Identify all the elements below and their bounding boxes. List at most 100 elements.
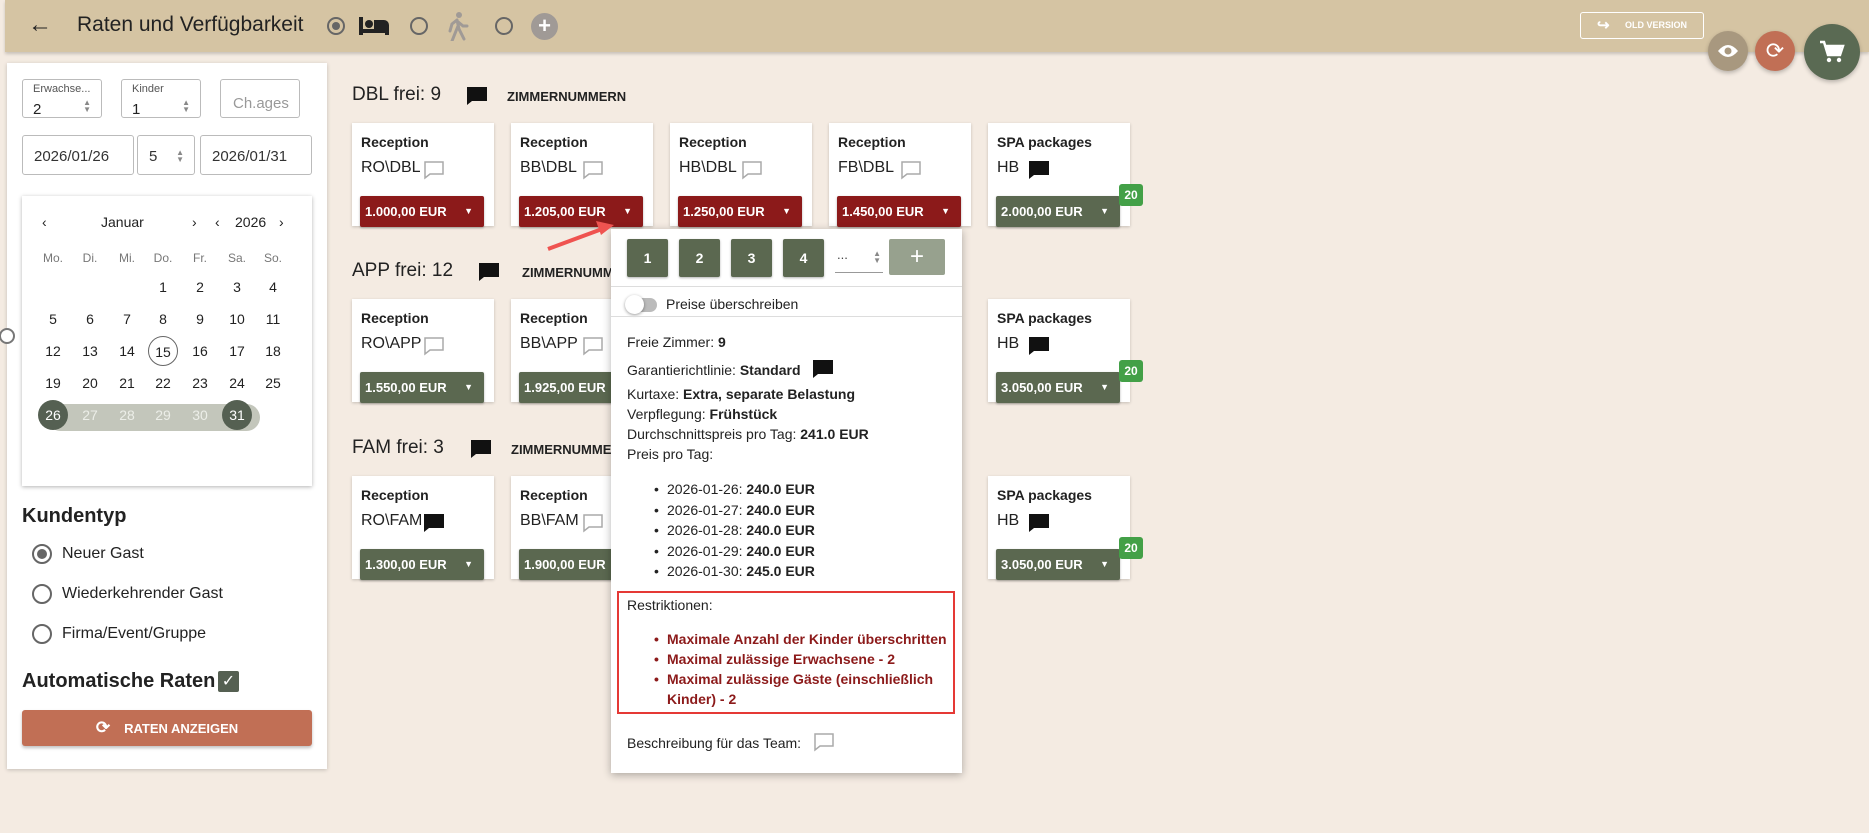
price-button[interactable]: 2.000,00 EUR ▼ xyxy=(996,196,1120,227)
calendar-day[interactable]: 11 xyxy=(258,304,288,334)
prev-year-icon[interactable]: ‹ xyxy=(215,214,220,230)
kurtaxe-line: Kurtaxe: Extra, separate Belastung xyxy=(627,386,855,402)
back-arrow-icon[interactable]: ← xyxy=(27,13,53,39)
show-rates-button[interactable]: ⟳ RATEN ANZEIGEN xyxy=(22,710,312,746)
calendar-day[interactable]: 29 xyxy=(148,400,178,430)
panel-handle[interactable] xyxy=(0,328,15,344)
calendar-day[interactable]: 5 xyxy=(38,304,68,334)
calendar-day[interactable]: 1 xyxy=(148,272,178,302)
calendar-day[interactable]: 16 xyxy=(185,336,215,366)
adults-field[interactable]: Erwachse... 2 ▲ ▼ xyxy=(22,79,102,118)
adults-stepper-icon[interactable]: ▲ ▼ xyxy=(83,99,91,114)
room-count-button-1[interactable]: 1 xyxy=(627,239,668,277)
children-value[interactable]: 1 xyxy=(132,101,140,118)
children-field[interactable]: Kinder 1 ▲ ▼ xyxy=(121,79,201,118)
calendar-day[interactable]: 15 xyxy=(148,336,178,366)
room-count-button-4[interactable]: 4 xyxy=(783,239,824,277)
calendar-month[interactable]: Januar xyxy=(101,214,144,230)
chat-icon[interactable] xyxy=(812,359,834,379)
price-button[interactable]: 3.050,00 EUR ▼ xyxy=(996,549,1120,580)
calendar-day[interactable]: 18 xyxy=(258,336,288,366)
price-button[interactable]: 1.000,00 EUR ▼ xyxy=(360,196,484,227)
calendar-day[interactable]: 23 xyxy=(185,368,215,398)
room-count-input[interactable]: ... ▲ ▼ xyxy=(835,241,883,273)
chat-icon[interactable] xyxy=(423,513,445,538)
calendar-day[interactable]: 6 xyxy=(75,304,105,334)
calendar-day[interactable]: 27 xyxy=(75,400,105,430)
room-numbers-link[interactable]: ZIMMERNUMMERN xyxy=(507,89,626,104)
calendar-day[interactable]: 8 xyxy=(148,304,178,334)
add-circle-icon[interactable]: + xyxy=(531,13,558,40)
calendar-day[interactable]: 21 xyxy=(112,368,142,398)
chat-outline-icon[interactable] xyxy=(582,160,604,185)
adults-value[interactable]: 2 xyxy=(33,101,41,118)
rate-card: SPA packages HB 3.050,00 EUR ▼ xyxy=(988,476,1130,580)
radio-new-guest[interactable] xyxy=(32,544,52,564)
calendar-day[interactable]: 3 xyxy=(222,272,252,302)
date-from-field[interactable]: 2026/01/26 xyxy=(22,135,134,175)
calendar-day[interactable]: 4 xyxy=(258,272,288,302)
next-year-icon[interactable]: › xyxy=(279,214,284,230)
chat-icon[interactable] xyxy=(1028,160,1050,185)
nights-stepper-icon[interactable]: ▲ ▼ xyxy=(176,149,184,164)
calendar-day[interactable]: 14 xyxy=(112,336,142,366)
calendar-day[interactable]: 12 xyxy=(38,336,68,366)
chat-outline-icon[interactable] xyxy=(741,160,763,185)
prev-month-icon[interactable]: ‹ xyxy=(42,214,47,230)
cart-icon[interactable] xyxy=(1804,24,1860,80)
chat-icon[interactable] xyxy=(470,439,492,464)
chat-outline-icon[interactable] xyxy=(582,336,604,361)
calendar-day[interactable]: 22 xyxy=(148,368,178,398)
room-count-button-3[interactable]: 3 xyxy=(731,239,772,277)
calendar-day[interactable]: 13 xyxy=(75,336,105,366)
price-button[interactable]: 1.250,00 EUR ▼ xyxy=(678,196,802,227)
price-button[interactable]: 1.450,00 EUR ▼ xyxy=(837,196,961,227)
chat-icon[interactable] xyxy=(1028,513,1050,538)
calendar-day[interactable]: 26 xyxy=(38,400,68,430)
date-to-field[interactable]: 2026/01/31 xyxy=(200,135,312,175)
chat-icon[interactable] xyxy=(1028,336,1050,361)
mode-radio-activity[interactable] xyxy=(410,17,428,35)
calendar-day[interactable]: 10 xyxy=(222,304,252,334)
chat-icon[interactable] xyxy=(466,86,488,111)
chat-outline-icon[interactable] xyxy=(813,732,835,752)
radio-returning-guest[interactable] xyxy=(32,584,52,604)
child-ages-field[interactable]: Ch.ages xyxy=(220,79,300,118)
guarantee-label: Garantierichtlinie: xyxy=(627,362,736,378)
calendar-day[interactable]: 17 xyxy=(222,336,252,366)
calendar-day[interactable]: 7 xyxy=(112,304,142,334)
board-line: Verpflegung: Frühstück xyxy=(627,406,777,422)
chat-outline-icon[interactable] xyxy=(423,160,445,185)
calendar-day[interactable]: 30 xyxy=(185,400,215,430)
calendar-day[interactable]: 9 xyxy=(185,304,215,334)
old-version-button[interactable]: ↪ OLD VERSION xyxy=(1580,12,1704,39)
room-count-button-2[interactable]: 2 xyxy=(679,239,720,277)
calendar-day[interactable]: 20 xyxy=(75,368,105,398)
refresh-icon[interactable]: ⟳ xyxy=(1755,31,1795,71)
auto-rates-checkbox[interactable]: ✓ xyxy=(218,671,239,692)
room-count-stepper-icon[interactable]: ▲ ▼ xyxy=(873,250,881,265)
mode-radio-hotel[interactable] xyxy=(327,17,345,35)
chat-outline-icon[interactable] xyxy=(423,336,445,361)
calendar-day[interactable]: 2 xyxy=(185,272,215,302)
nights-field[interactable]: 5 ▲ ▼ xyxy=(137,135,195,175)
calendar-day[interactable]: 28 xyxy=(112,400,142,430)
chat-icon[interactable] xyxy=(478,262,500,287)
calendar-day[interactable]: 24 xyxy=(222,368,252,398)
price-button[interactable]: 1.550,00 EUR ▼ xyxy=(360,372,484,403)
add-room-button[interactable]: + xyxy=(889,239,945,275)
override-prices-toggle[interactable] xyxy=(625,295,657,314)
calendar-day[interactable]: 19 xyxy=(38,368,68,398)
radio-company-event-group[interactable] xyxy=(32,624,52,644)
calendar-day[interactable]: 31 xyxy=(222,400,252,430)
eye-icon[interactable] xyxy=(1708,31,1748,71)
next-month-icon[interactable]: › xyxy=(192,214,197,230)
chat-outline-icon[interactable] xyxy=(582,513,604,538)
price-button[interactable]: 1.300,00 EUR ▼ xyxy=(360,549,484,580)
mode-radio-extra[interactable] xyxy=(495,17,513,35)
children-stepper-icon[interactable]: ▲ ▼ xyxy=(182,99,190,114)
price-button[interactable]: 3.050,00 EUR ▼ xyxy=(996,372,1120,403)
calendar-year[interactable]: 2026 xyxy=(235,214,266,230)
calendar-day[interactable]: 25 xyxy=(258,368,288,398)
chat-outline-icon[interactable] xyxy=(900,160,922,185)
